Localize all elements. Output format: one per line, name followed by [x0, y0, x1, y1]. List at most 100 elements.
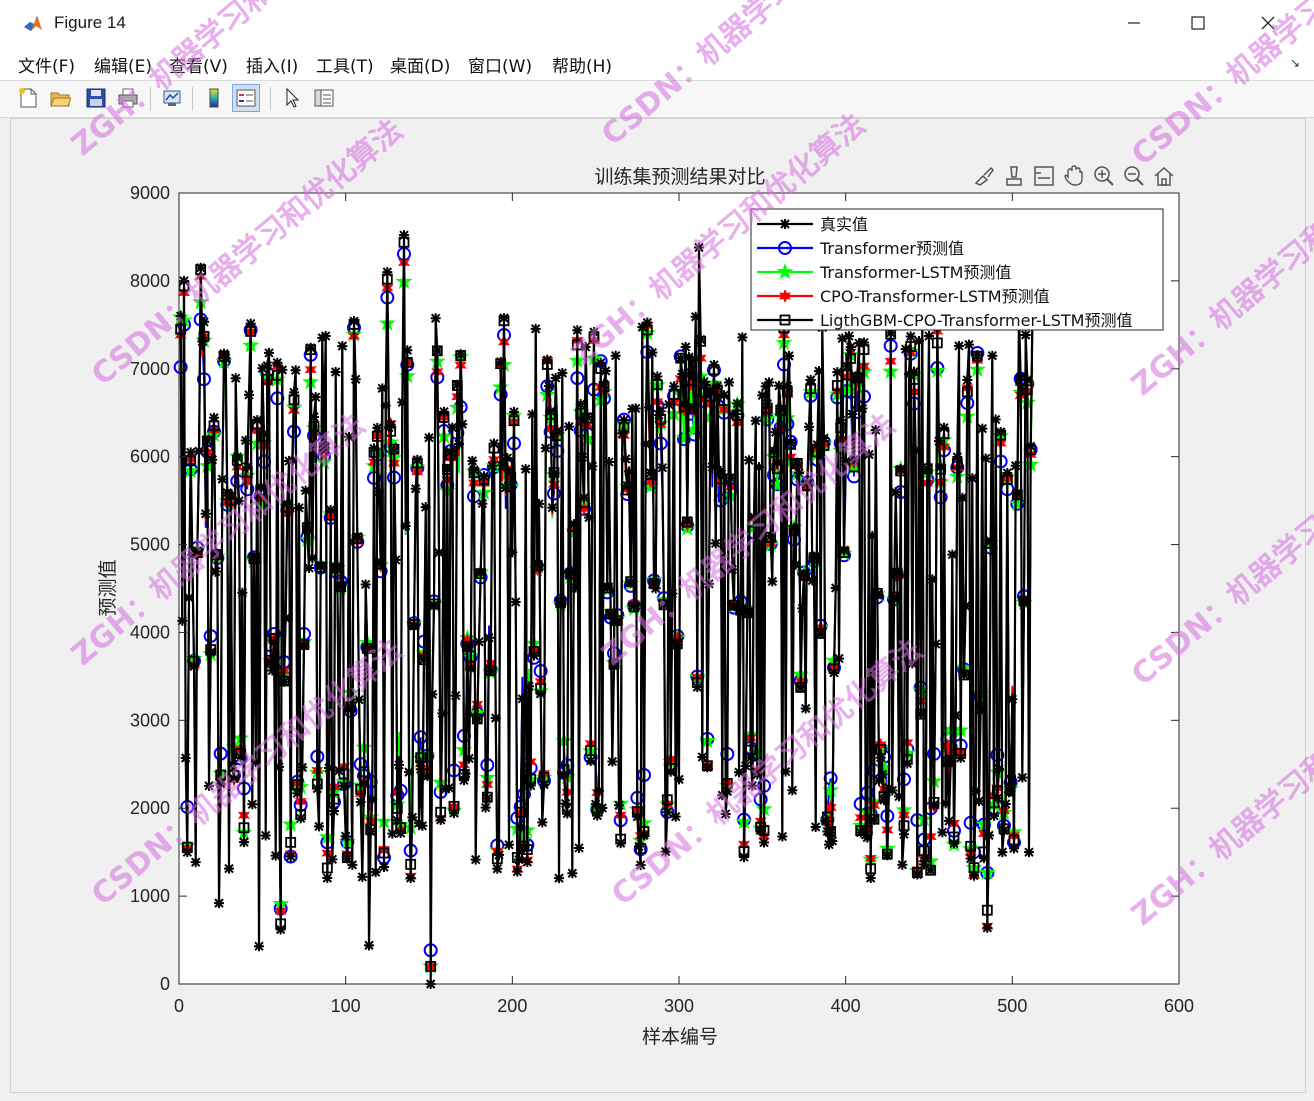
data-point [745, 752, 756, 763]
zoom-out-button[interactable] [1120, 162, 1147, 190]
data-point [882, 850, 893, 861]
data-point [562, 808, 573, 819]
data-point [567, 868, 578, 879]
data-point [462, 640, 473, 651]
data-point [447, 422, 458, 433]
data-point [827, 835, 838, 846]
data-point [650, 583, 661, 594]
data-point [614, 800, 624, 811]
data-point [720, 808, 731, 819]
data-point [379, 861, 389, 872]
data-point [1025, 441, 1036, 452]
legend-toggle-button[interactable] [1030, 162, 1057, 190]
data-point [804, 421, 814, 432]
data-point [772, 457, 783, 468]
data-point [230, 373, 241, 384]
data-point [484, 632, 494, 643]
data-point [979, 853, 989, 864]
data-point [245, 318, 256, 329]
data-point [564, 421, 574, 432]
data-point [527, 409, 538, 420]
data-point [1007, 694, 1018, 705]
data-point [344, 431, 354, 442]
data-point [864, 449, 874, 460]
data-point [287, 455, 298, 466]
data-point [302, 521, 313, 532]
data-point [764, 377, 774, 388]
data-point [990, 414, 1001, 425]
data-point [385, 419, 396, 430]
data-point [844, 331, 854, 342]
x-tick-label: 500 [997, 996, 1027, 1016]
data-point [935, 461, 946, 472]
data-point [475, 567, 486, 578]
data-point [369, 443, 379, 454]
data-point [522, 857, 533, 868]
data-point [339, 780, 349, 791]
zoom-in-button[interactable] [1090, 162, 1117, 190]
data-point [492, 863, 503, 874]
data-point [967, 473, 978, 484]
data-point [259, 429, 269, 439]
data-point [692, 682, 703, 693]
data-point [647, 347, 658, 358]
data-point [695, 334, 706, 345]
data-point [972, 350, 983, 361]
data-point [560, 798, 571, 809]
pan-button[interactable] [1060, 162, 1087, 190]
restore-view-button[interactable] [1150, 162, 1177, 190]
data-point [677, 369, 688, 380]
data-point [759, 837, 769, 848]
data-point [912, 869, 923, 880]
legend[interactable]: 真实值 Transformer预测值 Transformer-LSTM预测值 CPO-… [750, 208, 1164, 331]
data-point [482, 793, 493, 804]
data-point [367, 794, 378, 805]
data-point [989, 810, 999, 821]
data-point [192, 546, 203, 557]
data-point [1022, 374, 1033, 385]
data-point [799, 569, 809, 580]
data-tips-button[interactable] [1000, 162, 1027, 190]
data-point [272, 357, 283, 368]
x-axis-label: 样本编号 [642, 1026, 718, 1048]
data-point [275, 924, 286, 935]
data-point [509, 406, 519, 417]
zoom-out-icon [1123, 166, 1144, 186]
data-point [790, 559, 801, 570]
data-point [305, 342, 316, 353]
data-point [847, 409, 858, 420]
data-point [205, 647, 216, 658]
data-point [794, 468, 804, 479]
data-point [464, 753, 474, 764]
data-point [244, 389, 254, 400]
y-axis-label: 预测值 [97, 559, 119, 616]
data-point [969, 870, 979, 881]
data-point [434, 547, 444, 558]
data-point [457, 419, 468, 430]
data-point [410, 483, 421, 494]
data-point [612, 616, 623, 627]
data-point [505, 467, 516, 478]
data-point [239, 837, 249, 848]
data-point [700, 379, 711, 390]
data-point [975, 704, 986, 715]
data-point [982, 922, 993, 933]
data-point [490, 713, 501, 724]
data-point [784, 350, 794, 361]
data-point [359, 778, 369, 789]
data-point [639, 830, 649, 841]
data-point [725, 472, 736, 483]
data-point [675, 353, 686, 364]
data-point [420, 502, 431, 513]
data-point [737, 332, 748, 343]
data-point [1002, 467, 1013, 478]
data-point [314, 821, 324, 832]
data-point [402, 345, 413, 356]
data-point [685, 367, 696, 378]
y-tick-label: 8000 [130, 271, 170, 291]
brush-button[interactable] [970, 162, 997, 190]
data-point [712, 381, 723, 392]
data-point [312, 783, 323, 794]
data-point [657, 462, 668, 473]
data-point [792, 457, 803, 468]
